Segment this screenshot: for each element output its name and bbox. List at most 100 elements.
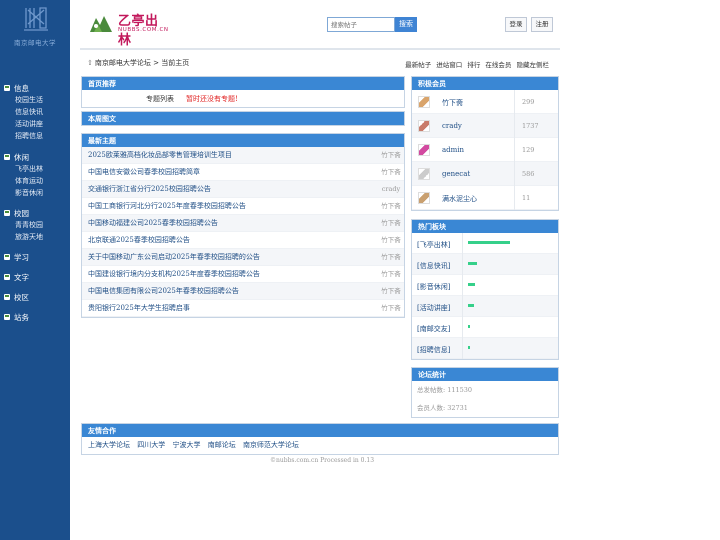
member-name[interactable]: 竹下斋: [442, 98, 463, 108]
breadcrumb-text[interactable]: 南京邮电大学论坛 > 当前主页: [95, 59, 189, 67]
topic-author[interactable]: 竹下斋: [368, 232, 414, 249]
nav-section-title[interactable]: 信息: [4, 82, 68, 94]
page-header: 乙亭出林 NUBBS.COM.CN 搜索 登录 注册: [70, 0, 720, 50]
search-button[interactable]: 搜索: [395, 17, 417, 32]
friend-link[interactable]: 上海大学论坛: [88, 441, 130, 449]
latest-posts-link[interactable]: 最新帖子: [405, 61, 431, 69]
logo-text: 南京邮电大学: [14, 39, 56, 47]
topic-title[interactable]: 北京联通2025春季校园招聘公告: [88, 232, 190, 249]
topic-title[interactable]: 中国电信集团有限公司2025年春季校园招聘公告: [88, 283, 239, 300]
login-button[interactable]: 登录: [505, 17, 527, 32]
nav-section-title[interactable]: 休闲: [4, 151, 68, 163]
nav-item[interactable]: 影音休闲: [4, 187, 68, 199]
footer: ©nubbs.com.cn Processed in 0.13: [270, 457, 375, 464]
site-brand[interactable]: 乙亭出林 NUBBS.COM.CN: [88, 10, 168, 48]
topic-row[interactable]: 中国建设银行境内分支机构2025年度春季校园招聘公告 竹下斋: [82, 266, 404, 283]
board-link[interactable]: [飞亭出林]: [417, 240, 450, 250]
topic-title[interactable]: 交通银行浙江省分行2025校园招聘公告: [88, 181, 211, 198]
folder-icon: [4, 314, 10, 320]
board-link[interactable]: [招聘信息]: [417, 345, 450, 355]
register-button[interactable]: 注册: [531, 17, 553, 32]
member-count: 会员人数: 32731: [417, 404, 468, 412]
nav-section-title[interactable]: 文字: [4, 271, 68, 283]
avatar[interactable]: [418, 192, 430, 204]
nav-item[interactable]: 旅游天地: [4, 231, 68, 243]
board-activity-bar: [468, 304, 474, 307]
nav-item[interactable]: 体育运动: [4, 175, 68, 187]
board-row: [活动讲座]: [412, 296, 558, 317]
nav-item[interactable]: 招聘信息: [4, 130, 68, 142]
avatar[interactable]: [418, 120, 430, 132]
board-activity-bar: [468, 262, 477, 265]
friend-link[interactable]: 宁波大学: [172, 441, 200, 449]
member-name[interactable]: genecat: [442, 170, 470, 178]
hot-boards-panel: 热门板块 [飞亭出林] [信息快讯] [影音休闲] [活动讲座] [南邮交友] …: [411, 219, 559, 360]
topic-title[interactable]: 中国工商银行河北分行2025年度春季校园招聘公告: [88, 198, 246, 215]
nav-section-title[interactable]: 学习: [4, 251, 68, 263]
latest-topics-panel: 最新主题 2025欧莱雅高档化妆品部零售管理培训生项目 竹下斋 中国电信安徽公司春…: [81, 133, 405, 318]
board-link[interactable]: [影音休闲]: [417, 282, 450, 292]
member-name[interactable]: admin: [442, 146, 464, 154]
topic-author[interactable]: 竹下斋: [368, 300, 414, 317]
folder-icon: [4, 85, 10, 91]
nav-section-title[interactable]: 校园: [4, 207, 68, 219]
topic-row[interactable]: 中国电信安徽公司春季校园招聘简章 竹下斋: [82, 164, 404, 181]
nav-item[interactable]: 校园生活: [4, 94, 68, 106]
avatar[interactable]: [418, 168, 430, 180]
topic-list-label[interactable]: 专题列表: [146, 94, 174, 104]
topic-title[interactable]: 2025欧莱雅高档化妆品部零售管理培训生项目: [88, 147, 232, 164]
member-post-count: 1737: [522, 122, 539, 130]
nav-item[interactable]: 信息快讯: [4, 106, 68, 118]
nav-item[interactable]: 飞亭出林: [4, 163, 68, 175]
topic-row[interactable]: 关于中国移动广东公司启动2025年春季校园招聘的公告 竹下斋: [82, 249, 404, 266]
topic-author[interactable]: 竹下斋: [368, 283, 414, 300]
topic-row[interactable]: 中国电信集团有限公司2025年春季校园招聘公告 竹下斋: [82, 283, 404, 300]
board-link[interactable]: [信息快讯]: [417, 261, 450, 271]
topic-row[interactable]: 中国工商银行河北分行2025年度春季校园招聘公告 竹下斋: [82, 198, 404, 215]
topic-title[interactable]: 中国移动福建公司2025春季校园招聘公告: [88, 215, 218, 232]
friend-link[interactable]: 南京师范大学论坛: [243, 441, 299, 449]
topic-row[interactable]: 中国移动福建公司2025春季校园招聘公告 竹下斋: [82, 215, 404, 232]
ranking-link[interactable]: 排行: [467, 61, 480, 69]
search-input[interactable]: [327, 17, 395, 32]
member-name[interactable]: 满水泥尘心: [442, 194, 477, 204]
board-link[interactable]: [南邮交友]: [417, 324, 450, 334]
topic-title[interactable]: 中国建设银行境内分支机构2025年度春季校园招聘公告: [88, 266, 260, 283]
board-activity-bar: [468, 241, 510, 244]
panel-title: 积极会员: [412, 77, 558, 90]
nav-section-title[interactable]: 站务: [4, 311, 68, 323]
avatar[interactable]: [418, 96, 430, 108]
avatar[interactable]: [418, 144, 430, 156]
header-divider: [80, 48, 560, 50]
topic-row[interactable]: 2025欧莱雅高档化妆品部零售管理培训生项目 竹下斋: [82, 147, 404, 164]
online-members-link[interactable]: 在线会员: [485, 61, 511, 69]
weekly-panel: 本周图文: [81, 111, 405, 126]
topic-author[interactable]: 竹下斋: [368, 198, 414, 215]
enter-window-link[interactable]: 进站窗口: [436, 61, 462, 69]
topic-author[interactable]: crady: [368, 181, 414, 198]
topic-author[interactable]: 竹下斋: [368, 215, 414, 232]
topic-row[interactable]: 交通银行浙江省分行2025校园招聘公告 crady: [82, 181, 404, 198]
nav-section-title[interactable]: 校区: [4, 291, 68, 303]
topic-title[interactable]: 贵阳银行2025年大学生招聘启事: [88, 300, 190, 317]
board-activity-bar: [468, 283, 475, 286]
topic-author[interactable]: 竹下斋: [368, 164, 414, 181]
topic-row[interactable]: 贵阳银行2025年大学生招聘启事 竹下斋: [82, 300, 404, 317]
topic-author[interactable]: 竹下斋: [368, 249, 414, 266]
topic-author[interactable]: 竹下斋: [368, 266, 414, 283]
nav-section-campus: 校园 青青校园 旅游天地: [4, 207, 68, 243]
nav-item[interactable]: 青青校园: [4, 219, 68, 231]
topic-title[interactable]: 关于中国移动广东公司启动2025年春季校园招聘的公告: [88, 249, 260, 266]
board-activity-bar: [468, 346, 470, 349]
board-link[interactable]: [活动讲座]: [417, 303, 450, 313]
topic-row[interactable]: 北京联通2025春季校园招聘公告 竹下斋: [82, 232, 404, 249]
topic-title[interactable]: 中国电信安徽公司春季校园招聘简章: [88, 164, 200, 181]
home-icon[interactable]: ⇧: [87, 59, 93, 67]
hide-sidebar-link[interactable]: 隐藏左侧栏: [517, 61, 550, 69]
member-name[interactable]: crady: [442, 122, 462, 130]
total-posts: 总发帖数: 111530: [417, 386, 473, 394]
nav-item[interactable]: 活动讲座: [4, 118, 68, 130]
topic-author[interactable]: 竹下斋: [368, 147, 414, 164]
friend-link[interactable]: 四川大学: [137, 441, 165, 449]
friend-link[interactable]: 南邮论坛: [208, 441, 236, 449]
